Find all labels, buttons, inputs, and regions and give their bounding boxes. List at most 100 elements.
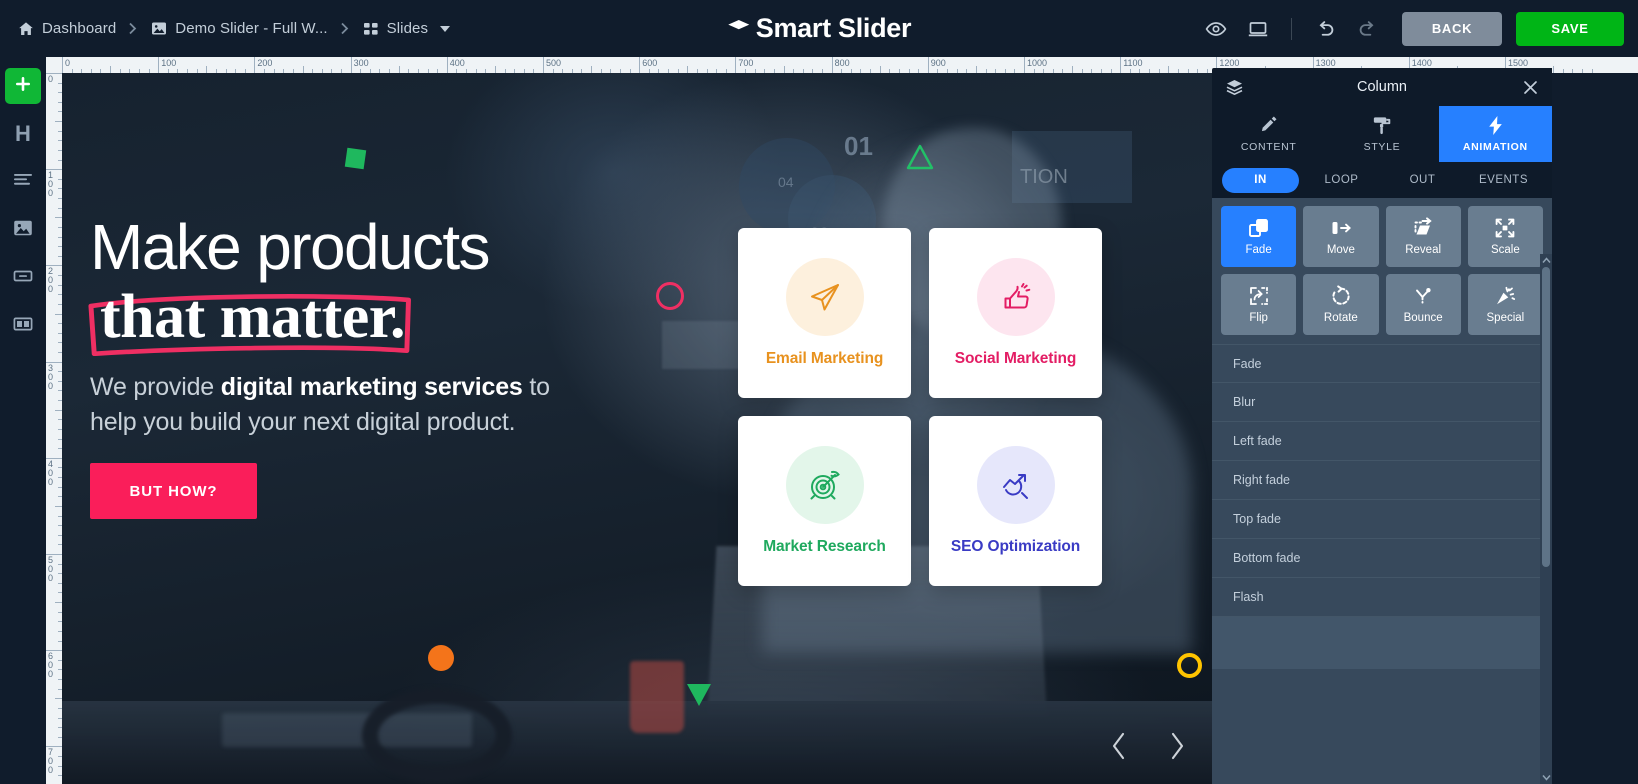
scroll-track[interactable] <box>1540 267 1552 771</box>
sidebar-item-image[interactable] <box>5 212 41 248</box>
slide-prev-button[interactable] <box>1102 726 1136 766</box>
panel-scrollbar[interactable] <box>1540 254 1552 784</box>
properties-panel: Column CONTENT STYLE ANIMATION IN LOOP O… <box>1212 68 1552 784</box>
subtab-out[interactable]: OUT <box>1384 168 1461 193</box>
ruler-minor-tick <box>783 66 785 73</box>
ruler-minor-tick <box>58 380 62 382</box>
ruler-minor-tick <box>1091 69 1093 73</box>
ruler-minor-tick <box>1206 69 1208 73</box>
headline-line-2[interactable]: that matter. <box>90 283 419 356</box>
ruler-minor-tick <box>177 69 179 73</box>
tab-animation[interactable]: ANIMATION <box>1438 106 1552 162</box>
subtab-events[interactable]: EVENTS <box>1465 168 1542 193</box>
animation-preset-row[interactable]: Fade <box>1212 344 1552 383</box>
back-button[interactable]: BACK <box>1402 11 1502 46</box>
breadcrumb-item-slider[interactable]: Demo Slider - Full W... <box>147 20 331 37</box>
ruler-minor-tick <box>55 313 62 315</box>
slide-canvas[interactable]: 01 04 02 TION <box>62 73 1212 784</box>
animation-preset-row[interactable]: Right fade <box>1212 461 1552 500</box>
scroll-up-icon[interactable] <box>1540 254 1552 267</box>
animation-list-footer <box>1212 617 1552 669</box>
ruler-minor-tick <box>947 69 949 73</box>
tab-label: ANIMATION <box>1462 140 1528 153</box>
paper-plane-icon <box>785 258 864 336</box>
tab-style[interactable]: STYLE <box>1325 106 1438 162</box>
undo-icon[interactable] <box>1304 8 1346 50</box>
ruler-minor-tick <box>956 69 958 73</box>
ruler-minor-tick <box>975 66 977 73</box>
tab-content[interactable]: CONTENT <box>1212 106 1325 162</box>
ruler-minor-tick <box>58 611 62 613</box>
scroll-thumb[interactable] <box>1542 267 1550 567</box>
close-icon[interactable] <box>1523 80 1538 95</box>
headline-line-1[interactable]: Make products <box>90 215 610 279</box>
eye-icon[interactable] <box>1195 8 1237 50</box>
animation-preset-row[interactable]: Bottom fade <box>1212 539 1552 578</box>
background-mug <box>630 661 684 733</box>
image-icon <box>13 219 33 242</box>
sidebar-item-button[interactable] <box>5 260 41 296</box>
cta-button[interactable]: BUT HOW? <box>90 463 257 520</box>
background-headphones <box>362 688 512 783</box>
animation-preset-row[interactable]: Blur <box>1212 383 1552 422</box>
breadcrumb-item-dashboard[interactable]: Dashboard <box>14 20 120 37</box>
animation-button-flip[interactable]: Flip <box>1221 274 1297 335</box>
service-card-seo-optimization[interactable]: SEO Optimization <box>929 416 1102 586</box>
subheadline[interactable]: We provide digital marketing services to… <box>90 370 560 439</box>
ruler-minor-tick <box>58 727 62 729</box>
redo-icon[interactable] <box>1346 8 1388 50</box>
subtab-loop[interactable]: LOOP <box>1303 168 1380 193</box>
animation-button-special[interactable]: Special <box>1467 274 1543 335</box>
animation-button-reveal[interactable]: Reveal <box>1385 206 1461 267</box>
animation-button-fade[interactable]: Fade <box>1221 206 1297 267</box>
ruler-label: 0 <box>65 58 71 68</box>
ruler-minor-tick <box>58 592 62 594</box>
service-card-label: SEO Optimization <box>950 538 1081 555</box>
ruler-minor-tick <box>58 775 62 777</box>
ruler-minor-tick <box>1197 69 1199 73</box>
layers-icon[interactable] <box>1226 79 1243 95</box>
sidebar-item-add-layer[interactable] <box>5 68 41 104</box>
graduation-cap-icon <box>727 19 751 39</box>
ruler-minor-tick <box>58 294 62 296</box>
sidebar-item-heading[interactable]: H <box>5 116 41 152</box>
service-card-email-marketing[interactable]: Email Marketing <box>738 228 911 398</box>
ruler-minor-tick <box>58 236 62 238</box>
ruler-minor-tick <box>581 69 583 73</box>
ruler-minor-tick <box>58 707 62 709</box>
sidebar-item-row[interactable] <box>5 308 41 344</box>
ruler-minor-tick <box>58 400 62 402</box>
service-card-market-research[interactable]: Market Research <box>738 416 911 586</box>
chevron-down-icon <box>440 25 451 32</box>
ruler-minor-tick <box>58 688 62 690</box>
slide-next-button[interactable] <box>1160 726 1194 766</box>
animation-button-scale[interactable]: Scale <box>1467 206 1543 267</box>
subtab-in[interactable]: IN <box>1222 167 1299 193</box>
home-icon <box>18 21 34 37</box>
grid-icon <box>363 22 379 36</box>
plus-icon <box>13 74 33 99</box>
animation-button-bounce[interactable]: Bounce <box>1385 274 1461 335</box>
ruler-minor-tick <box>658 69 660 73</box>
sidebar-item-text[interactable] <box>5 164 41 200</box>
scroll-down-icon[interactable] <box>1540 771 1552 784</box>
paint-roller-icon <box>1371 116 1392 136</box>
ruler-minor-tick <box>1581 69 1583 73</box>
animation-button-move[interactable]: Move <box>1303 206 1379 267</box>
breadcrumb-item-slides[interactable]: Slides <box>359 20 454 37</box>
animation-preset-row[interactable]: Flash <box>1212 578 1552 617</box>
animation-preset-row[interactable]: Left fade <box>1212 422 1552 461</box>
ruler-minor-tick <box>244 69 246 73</box>
ruler-minor-tick <box>619 69 621 73</box>
left-sidebar: H <box>0 57 46 784</box>
save-button[interactable]: SAVE <box>1516 11 1624 46</box>
ruler-minor-tick <box>55 505 62 507</box>
ruler-minor-tick <box>1177 69 1179 73</box>
ruler-minor-tick <box>187 69 189 73</box>
service-card-social-marketing[interactable]: Social Marketing <box>929 228 1102 398</box>
animation-preset-row[interactable]: Top fade <box>1212 500 1552 539</box>
ruler-minor-tick <box>466 69 468 73</box>
ruler-minor-tick <box>668 69 670 73</box>
animation-button-rotate[interactable]: Rotate <box>1303 274 1379 335</box>
laptop-icon[interactable] <box>1237 8 1279 50</box>
